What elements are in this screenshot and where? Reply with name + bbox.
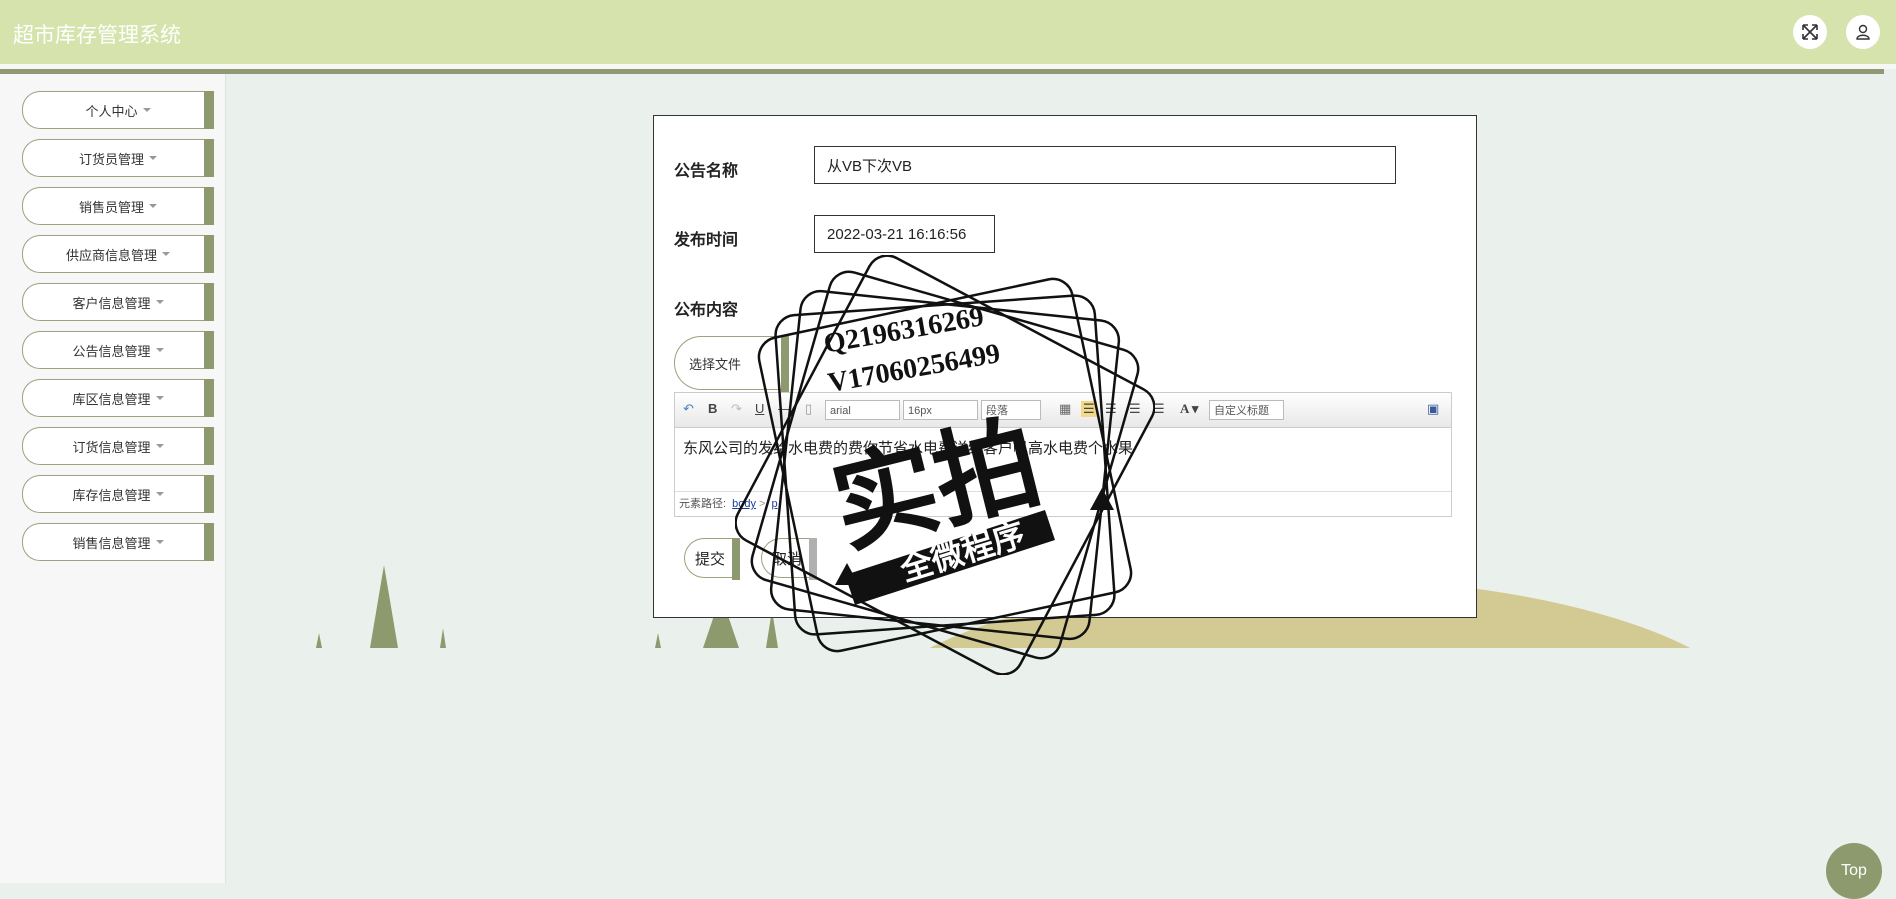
sidebar-item-storage-area-management[interactable]: 库区信息管理 bbox=[22, 379, 214, 417]
background-tree bbox=[440, 628, 446, 648]
font-size-select[interactable]: 16px bbox=[903, 400, 978, 420]
top-header: 超市库存管理系统 bbox=[0, 0, 1896, 64]
notice-name-input[interactable] bbox=[814, 146, 1396, 184]
element-path-p[interactable]: p bbox=[772, 498, 778, 510]
header-divider bbox=[0, 69, 1884, 74]
undo-icon[interactable]: ↶ bbox=[683, 401, 694, 417]
editor-content[interactable]: 东风公司的发给水电费的费你节省水电费送给客户帆高水电费个水果 bbox=[683, 437, 1133, 458]
sidebar-item-personal-center[interactable]: 个人中心 bbox=[22, 91, 214, 129]
background-tree bbox=[316, 633, 322, 648]
sidebar-item-order-management[interactable]: 订货信息管理 bbox=[22, 427, 214, 465]
caret-down-icon bbox=[162, 252, 170, 256]
caret-down-icon bbox=[155, 492, 164, 496]
background-floor bbox=[700, 648, 1896, 888]
submit-button[interactable]: 提交 bbox=[684, 538, 740, 580]
align-right-icon[interactable]: ☰ bbox=[1129, 401, 1141, 417]
app-title: 超市库存管理系统 bbox=[13, 23, 181, 47]
user-button[interactable] bbox=[1846, 15, 1880, 49]
caret-down-icon bbox=[149, 204, 157, 208]
sidebar-item-label: 订货员管理 bbox=[78, 151, 144, 167]
underline-icon[interactable]: U bbox=[755, 401, 764, 416]
align-left-icon[interactable]: ☰ bbox=[1081, 401, 1097, 417]
background-tree bbox=[370, 565, 398, 648]
publish-time-input[interactable] bbox=[814, 215, 995, 253]
paste-icon[interactable]: ▯ bbox=[805, 401, 812, 417]
sidebar-item-supplier-management[interactable]: 供应商信息管理 bbox=[22, 235, 214, 273]
sidebar-item-sales-management[interactable]: 销售信息管理 bbox=[22, 523, 214, 561]
cancel-button[interactable]: 取消 bbox=[761, 538, 817, 580]
editor-toolbar: ↶ B ↷ U — ▯ arial 16px 段落 ▦ ☰ ☰ ☰ ☰ A ▾ … bbox=[675, 393, 1451, 428]
sidebar-item-label: 个人中心 bbox=[85, 103, 138, 119]
sidebar-item-salesperson-management[interactable]: 销售员管理 bbox=[22, 187, 214, 225]
sidebar-item-label: 销售员管理 bbox=[78, 199, 144, 215]
horizontal-rule-icon[interactable]: — bbox=[778, 401, 791, 416]
align-center-icon[interactable]: ☰ bbox=[1105, 401, 1117, 417]
redo-icon[interactable]: ↷ bbox=[731, 401, 742, 417]
publish-time-label: 发布时间 bbox=[674, 232, 739, 249]
sidebar-item-inventory-management[interactable]: 库存信息管理 bbox=[22, 475, 214, 513]
align-justify-icon[interactable]: ☰ bbox=[1153, 401, 1165, 417]
paragraph-select[interactable]: 段落 bbox=[981, 400, 1041, 420]
content-label: 公布内容 bbox=[674, 302, 739, 319]
sidebar-item-label: 客户信息管理 bbox=[72, 295, 151, 311]
sidebar-item-notice-management[interactable]: 公告信息管理 bbox=[22, 331, 214, 369]
rich-text-editor: ↶ B ↷ U — ▯ arial 16px 段落 ▦ ☰ ☰ ☰ ☰ A ▾ … bbox=[674, 392, 1452, 517]
font-family-select[interactable]: arial bbox=[825, 400, 900, 420]
fullscreen-button[interactable] bbox=[1793, 15, 1827, 49]
sidebar-item-label: 库存信息管理 bbox=[72, 487, 151, 503]
sidebar-item-label: 公告信息管理 bbox=[72, 343, 151, 359]
notice-name-label: 公告名称 bbox=[674, 163, 739, 180]
bold-icon[interactable]: B bbox=[708, 401, 717, 416]
fullscreen-editor-icon[interactable]: ▣ bbox=[1427, 401, 1439, 417]
back-to-top-button[interactable]: Top bbox=[1826, 843, 1882, 899]
sidebar-item-label: 库区信息管理 bbox=[72, 391, 151, 407]
element-path-bar: 元素路径: body > p bbox=[675, 491, 1451, 515]
font-color-icon[interactable]: A ▾ bbox=[1180, 401, 1198, 417]
notice-form-panel: 公告名称 发布时间 公布内容 选择文件 ↶ B ↷ U — ▯ arial 16… bbox=[653, 115, 1477, 618]
fullscreen-icon bbox=[1802, 24, 1818, 40]
user-icon bbox=[1856, 24, 1870, 40]
caret-down-icon bbox=[155, 348, 164, 352]
sidebar-item-label: 销售信息管理 bbox=[72, 535, 151, 551]
sidebar-item-orderer-management[interactable]: 订货员管理 bbox=[22, 139, 214, 177]
sidebar-item-label: 供应商信息管理 bbox=[65, 247, 157, 263]
background-tree bbox=[655, 633, 661, 648]
custom-heading-select[interactable]: 自定义标题 bbox=[1209, 400, 1284, 420]
sidebar-item-customer-management[interactable]: 客户信息管理 bbox=[22, 283, 214, 321]
caret-down-icon bbox=[142, 108, 151, 112]
element-path-body[interactable]: body bbox=[732, 498, 756, 510]
choose-file-button[interactable]: 选择文件 bbox=[674, 336, 789, 392]
caret-down-icon bbox=[155, 540, 164, 544]
caret-down-icon bbox=[155, 300, 164, 304]
caret-down-icon bbox=[149, 156, 157, 160]
element-path-label: 元素路径: bbox=[679, 498, 727, 510]
caret-down-icon bbox=[155, 444, 164, 448]
sidebar-item-label: 订货信息管理 bbox=[72, 439, 151, 455]
caret-down-icon bbox=[155, 396, 164, 400]
table-icon[interactable]: ▦ bbox=[1059, 401, 1071, 417]
